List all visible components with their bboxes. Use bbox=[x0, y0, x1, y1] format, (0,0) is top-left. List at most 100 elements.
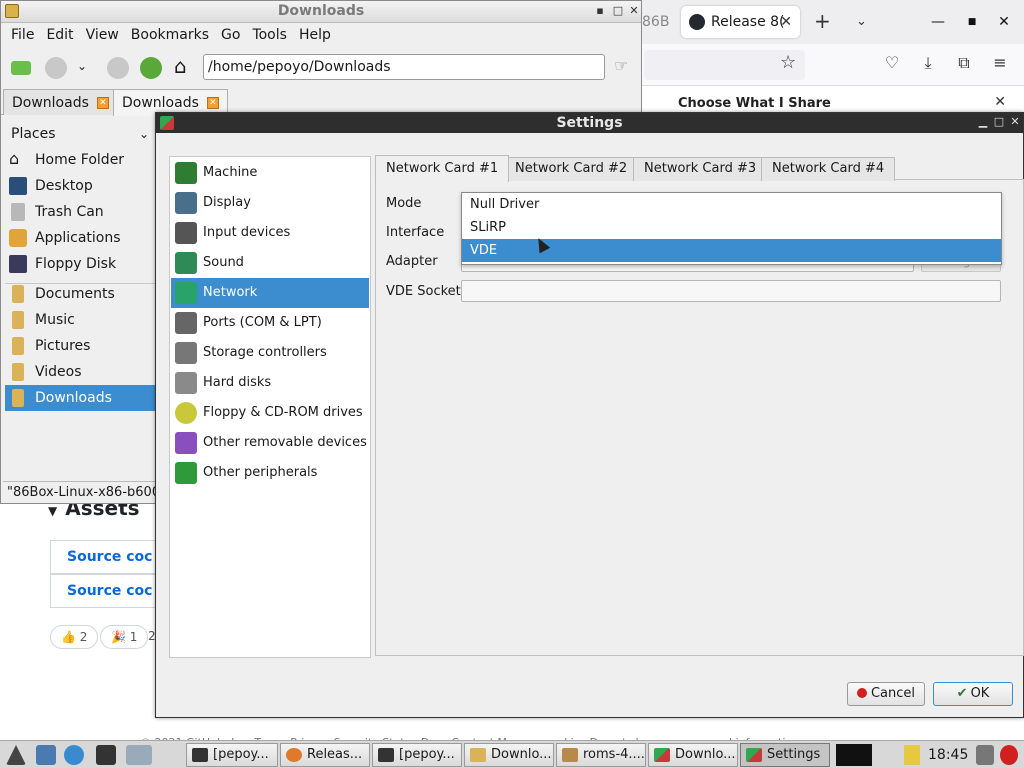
desktop-switch-icon[interactable] bbox=[126, 745, 152, 765]
tab-network-card-1[interactable]: Network Card #1 bbox=[375, 155, 510, 182]
extensions-icon[interactable]: ⧉ bbox=[954, 53, 974, 73]
close-button[interactable]: ✕ bbox=[1008, 115, 1022, 128]
reaction-thumbs-up[interactable]: 👍 2 bbox=[50, 625, 99, 649]
close-tab-icon[interactable]: ✕ bbox=[780, 6, 792, 38]
terminal-launch-icon[interactable] bbox=[96, 745, 116, 765]
close-button[interactable]: ✕ bbox=[627, 4, 641, 17]
power-icon[interactable] bbox=[1000, 745, 1018, 765]
fm-titlebar[interactable]: Downloads ▪ □ ✕ bbox=[1, 1, 641, 23]
taskbar-item[interactable]: [pepoy... bbox=[372, 743, 462, 767]
tab-network-card-4[interactable]: Network Card #4 bbox=[761, 157, 896, 181]
places-dropdown[interactable]: Places ⌄ bbox=[5, 121, 155, 147]
minimize-button[interactable]: — bbox=[924, 8, 952, 36]
history-chevron-icon[interactable]: ⌄ bbox=[77, 59, 91, 81]
place-videos[interactable]: Videos bbox=[5, 359, 157, 385]
home-icon[interactable]: ⌂ bbox=[174, 54, 196, 78]
fm-menubar: File Edit View Bookmarks Go Tools Help bbox=[1, 23, 641, 47]
maximize-button[interactable]: □ bbox=[611, 4, 625, 17]
go-icon[interactable]: ☞ bbox=[614, 56, 636, 78]
minimize-button[interactable]: ▁ bbox=[976, 115, 990, 128]
menu-icon[interactable]: ≡ bbox=[990, 53, 1010, 72]
reload-icon[interactable] bbox=[107, 57, 129, 79]
close-window-button[interactable]: ✕ bbox=[990, 8, 1018, 36]
taskbar-item[interactable]: roms-4.... bbox=[556, 743, 646, 767]
keyboard-icon bbox=[175, 222, 197, 244]
category-other-peripherals[interactable]: Other peripherals bbox=[171, 458, 369, 488]
bookmark-star-icon[interactable]: ☆ bbox=[780, 52, 796, 73]
close-tab-icon[interactable]: ✕ bbox=[206, 97, 219, 109]
settings-titlebar[interactable]: Settings ▁ □ ✕ bbox=[156, 113, 1023, 133]
reaction-tada[interactable]: 🎉 1 bbox=[100, 625, 149, 649]
place-home-folder[interactable]: ⌂ Home Folder bbox=[5, 147, 157, 173]
place-floppy-disk[interactable]: Floppy Disk bbox=[5, 251, 157, 277]
network-tray-icon[interactable] bbox=[976, 745, 994, 765]
category-storage-controllers[interactable]: Storage controllers bbox=[171, 338, 369, 368]
asset-link[interactable]: Source coc bbox=[50, 574, 160, 608]
fm-tab[interactable]: Downloads ✕ bbox=[3, 89, 118, 115]
mode-dropdown-list[interactable]: Null Driver SLiRP VDE bbox=[461, 192, 1002, 265]
category-ports[interactable]: Ports (COM & LPT) bbox=[171, 308, 369, 338]
menu-bookmarks[interactable]: Bookmarks bbox=[125, 27, 215, 43]
mode-option-null-driver[interactable]: Null Driver bbox=[462, 193, 1001, 216]
tab-network-card-3[interactable]: Network Card #3 bbox=[633, 157, 768, 181]
menu-file[interactable]: File bbox=[5, 27, 40, 43]
workspace-preview[interactable] bbox=[836, 744, 872, 766]
pocket-icon[interactable]: ♡ bbox=[882, 53, 902, 72]
place-desktop[interactable]: Desktop bbox=[5, 173, 157, 199]
category-floppy-cdrom[interactable]: Floppy & CD-ROM drives bbox=[171, 398, 369, 428]
forward-arrow-icon[interactable] bbox=[45, 57, 67, 79]
back-arrow-icon[interactable] bbox=[11, 61, 31, 75]
place-pictures[interactable]: Pictures bbox=[5, 333, 157, 359]
menu-edit[interactable]: Edit bbox=[40, 27, 79, 43]
menu-launcher-icon[interactable] bbox=[6, 745, 26, 765]
folder-icon bbox=[5, 4, 19, 18]
up-arrow-icon[interactable] bbox=[140, 57, 162, 79]
category-input-devices[interactable]: Input devices bbox=[171, 218, 369, 248]
checkmark-icon: ✔ bbox=[956, 686, 968, 701]
collapse-triangle-icon: ▼ bbox=[48, 504, 58, 518]
maximize-button[interactable]: ■ bbox=[958, 8, 986, 36]
category-other-removable[interactable]: Other removable devices bbox=[171, 428, 369, 458]
downloads-icon[interactable]: ⤓ bbox=[918, 53, 938, 73]
folder-icon bbox=[12, 363, 24, 381]
taskbar-item-active[interactable]: Settings bbox=[740, 743, 830, 767]
menu-help[interactable]: Help bbox=[293, 27, 337, 43]
taskbar-item[interactable]: Releas... bbox=[280, 743, 370, 767]
share-close-icon[interactable]: ✕ bbox=[994, 94, 1006, 110]
browser-tab-release[interactable]: Release 8( ✕ bbox=[681, 6, 800, 38]
taskbar-item[interactable]: Downlo... bbox=[648, 743, 738, 767]
maximize-button[interactable]: □ bbox=[992, 115, 1006, 128]
file-manager-launch-icon[interactable] bbox=[36, 745, 56, 765]
vde-socket-input[interactable] bbox=[461, 280, 1001, 302]
machine-icon bbox=[175, 162, 197, 184]
browser-tab-partial[interactable]: 86B bbox=[642, 8, 672, 36]
place-music[interactable]: Music bbox=[5, 307, 157, 333]
tray-app-icon[interactable] bbox=[904, 745, 920, 765]
menu-view[interactable]: View bbox=[80, 27, 125, 43]
tab-list-button[interactable]: ⌄ bbox=[856, 8, 872, 36]
path-input[interactable]: /home/pepoyo/Downloads bbox=[203, 54, 605, 80]
new-tab-button[interactable]: + bbox=[814, 8, 834, 36]
close-tab-icon[interactable]: ✕ bbox=[96, 96, 109, 109]
category-display[interactable]: Display bbox=[171, 188, 369, 218]
minimize-button[interactable]: ▪ bbox=[593, 4, 607, 17]
clock[interactable]: 18:45 bbox=[928, 743, 968, 767]
place-applications[interactable]: Applications bbox=[5, 225, 157, 251]
menu-tools[interactable]: Tools bbox=[246, 27, 293, 43]
asset-link[interactable]: Source coc bbox=[50, 540, 160, 574]
category-hard-disks[interactable]: Hard disks bbox=[171, 368, 369, 398]
place-downloads[interactable]: Downloads bbox=[5, 385, 157, 411]
taskbar-item[interactable]: [pepoy... bbox=[186, 743, 278, 767]
display-icon bbox=[175, 192, 197, 214]
category-network[interactable]: Network bbox=[171, 278, 369, 308]
category-sound[interactable]: Sound bbox=[171, 248, 369, 278]
browser-launch-icon[interactable] bbox=[64, 745, 84, 765]
tab-network-card-2[interactable]: Network Card #2 bbox=[504, 157, 639, 181]
taskbar-item[interactable]: Downlo... bbox=[464, 743, 554, 767]
place-documents[interactable]: Documents bbox=[5, 281, 157, 307]
menu-go[interactable]: Go bbox=[215, 27, 246, 43]
category-machine[interactable]: Machine bbox=[171, 158, 369, 188]
ok-button[interactable]: ✔ OK bbox=[933, 682, 1013, 706]
cancel-button[interactable]: Cancel bbox=[847, 682, 925, 706]
place-trash-can[interactable]: Trash Can bbox=[5, 199, 157, 225]
